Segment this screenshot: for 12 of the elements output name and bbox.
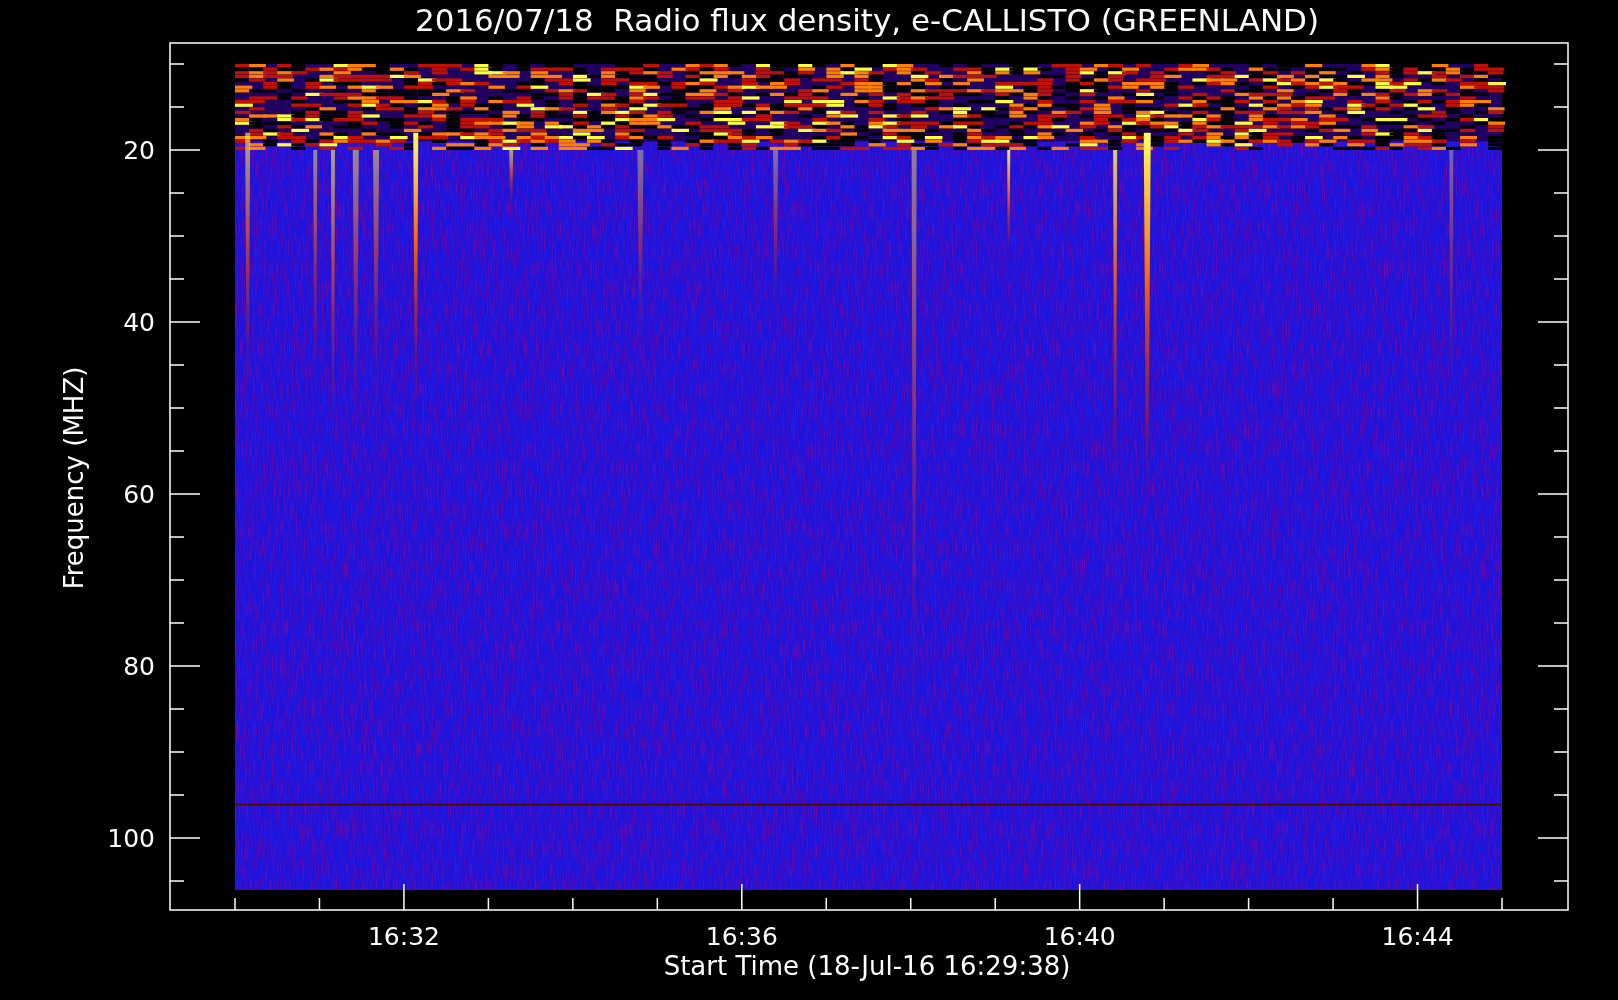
- chart-title: 2016/07/18 Radio flux density, e-CALLISTO (GREENLAND): [414, 2, 1320, 38]
- tick-label: 16:44: [1381, 922, 1454, 951]
- tick-label: 60: [123, 480, 155, 509]
- tick-label: 100: [107, 824, 155, 853]
- tick-label: 16:36: [705, 922, 778, 951]
- tick-label: 80: [123, 652, 155, 681]
- tick-label: 20: [123, 136, 155, 165]
- axis-label: Frequency (MHZ): [59, 366, 89, 590]
- tick-label: 16:32: [367, 922, 440, 951]
- tick-label: 40: [123, 308, 155, 337]
- tick-label: 16:40: [1043, 922, 1116, 951]
- axis-label: Start Time (18-Jul-16 16:29:38): [663, 951, 1071, 981]
